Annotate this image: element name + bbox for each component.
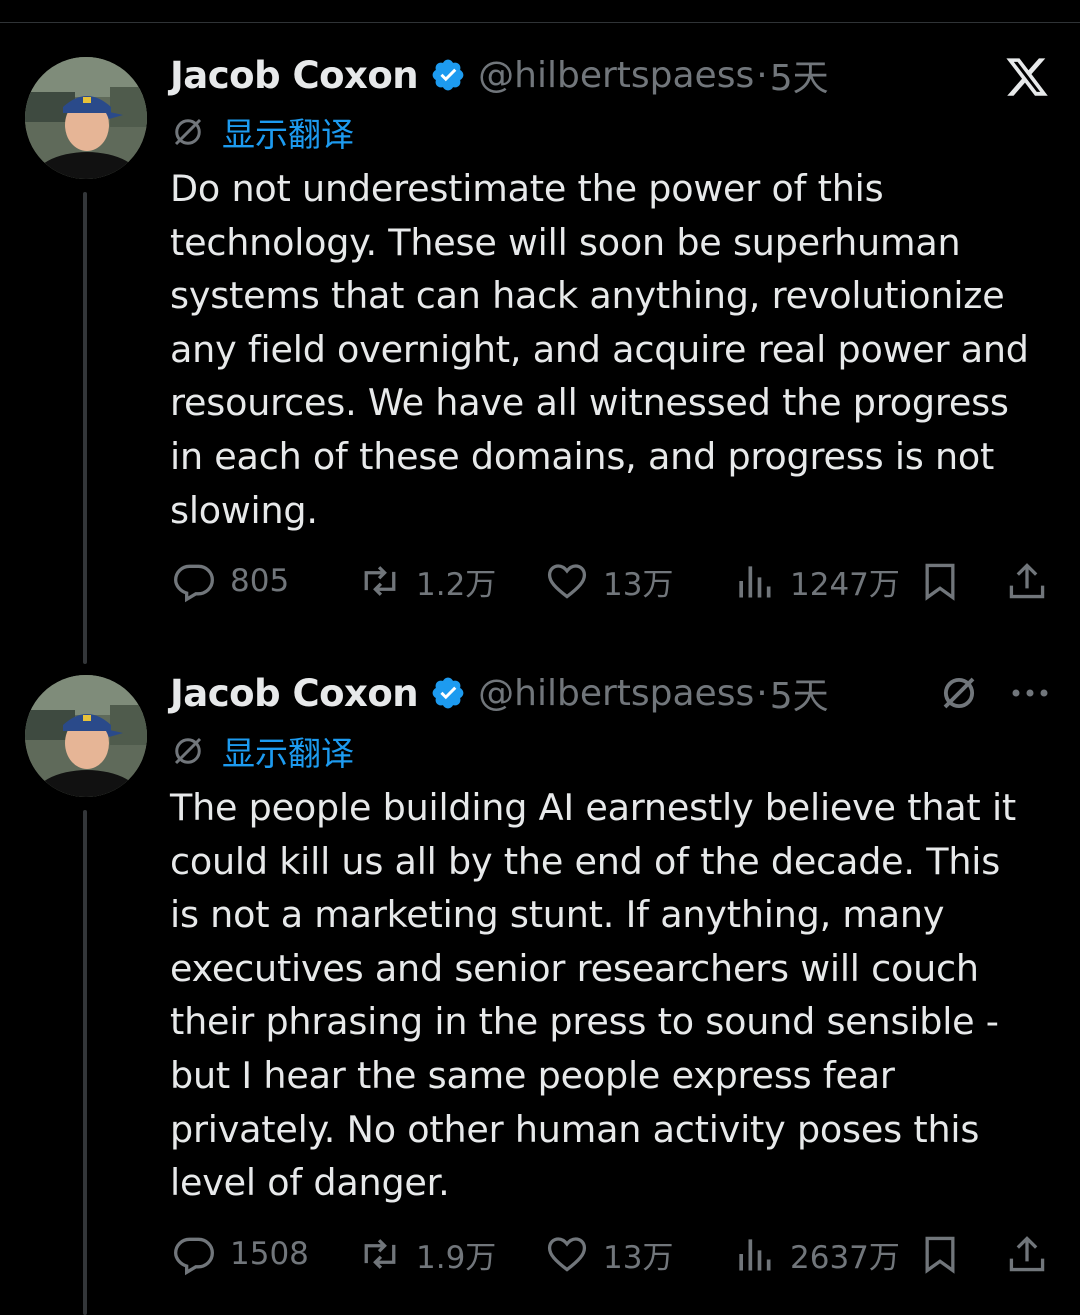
- bookmark-icon[interactable]: [918, 1232, 962, 1276]
- author-name[interactable]: Jacob Coxon: [170, 672, 419, 715]
- tweet-text-line: resources. We have all witnessed the pro…: [170, 381, 1009, 425]
- tweet-text-line: privately. No other human activity poses…: [170, 1107, 980, 1151]
- translate-icon: [174, 737, 202, 765]
- more-options-icon[interactable]: [1008, 683, 1052, 703]
- verified-badge-icon: [432, 59, 464, 91]
- tweet-text-line: but I hear the same people express fear: [170, 1053, 895, 1097]
- translate-link[interactable]: 显示翻译: [170, 731, 354, 773]
- author-handle[interactable]: @hilbertspaess: [478, 673, 754, 714]
- action-bar: 805 1.2万 13万 1247万: [0, 556, 1080, 606]
- translate-link[interactable]: 显示翻译: [170, 112, 354, 154]
- views-count: 2637万: [790, 1239, 900, 1276]
- reply-button[interactable]: 805: [172, 556, 289, 606]
- top-divider: [0, 22, 1080, 23]
- views-chart-icon: [739, 566, 771, 598]
- author-name[interactable]: Jacob Coxon: [170, 54, 419, 97]
- repost-button[interactable]: 1.2万: [358, 556, 496, 606]
- repost-count: 1.2万: [416, 566, 497, 603]
- repost-button[interactable]: 1.9万: [358, 1229, 496, 1279]
- translate-label: 显示翻译: [222, 115, 354, 154]
- bookmark-icon[interactable]: [918, 559, 962, 603]
- heart-icon: [547, 564, 587, 599]
- timestamp[interactable]: 5天: [770, 49, 829, 101]
- like-count: 13万: [603, 566, 674, 603]
- repost-count: 1.9万: [416, 1239, 497, 1276]
- verified-badge-icon: [432, 677, 464, 709]
- tweet-text-line: could kill us all by the end of the deca…: [170, 839, 1001, 883]
- tweet-text: Do not underestimate the power of this t…: [170, 162, 1050, 537]
- x-logo-icon[interactable]: [1004, 54, 1050, 100]
- tweet-text-line: technology. These will soon be superhuma…: [170, 220, 961, 264]
- tweet-text-line: slowing.: [170, 488, 318, 532]
- repost-icon: [364, 566, 396, 596]
- tweet-text-line: The people building AI earnestly believe…: [170, 786, 1016, 829]
- share-icon[interactable]: [1005, 1232, 1049, 1276]
- translate-label: 显示翻译: [222, 734, 354, 773]
- heart-icon: [547, 1237, 587, 1272]
- reply-count: 1508: [230, 1236, 309, 1272]
- separator-dot: ·: [756, 54, 768, 96]
- tweet-header: Jacob Coxon @hilbertspaess · 5天: [170, 671, 829, 718]
- translate-icon: [174, 118, 202, 146]
- tweet-text: The people building AI earnestly believe…: [170, 781, 1050, 1210]
- tweet-text-line: their phrasing in the press to sound sen…: [170, 1000, 999, 1044]
- reply-icon: [174, 564, 214, 603]
- like-button[interactable]: 13万: [545, 556, 673, 606]
- tweet-header: Jacob Coxon @hilbertspaess · 5天: [170, 53, 829, 100]
- avatar[interactable]: [25, 675, 147, 797]
- tweet-text-line: executives and senior researchers will c…: [170, 946, 979, 990]
- reply-count: 805: [230, 563, 290, 599]
- views-count: 1247万: [790, 566, 900, 603]
- action-bar: 1508 1.9万 13万 2637万: [0, 1229, 1080, 1279]
- separator-dot: ·: [756, 672, 768, 714]
- reply-button[interactable]: 1508: [172, 1229, 309, 1279]
- tweet-text-line: any field overnight, and acquire real po…: [170, 327, 1029, 371]
- like-button[interactable]: 13万: [545, 1229, 673, 1279]
- reply-icon: [174, 1237, 214, 1276]
- tweet-text-line: level of danger.: [170, 1161, 450, 1205]
- translate-icon[interactable]: [938, 672, 980, 714]
- timestamp[interactable]: 5天: [770, 667, 829, 719]
- views-button[interactable]: 2637万: [732, 1229, 900, 1279]
- views-chart-icon: [739, 1239, 771, 1271]
- tweet-text-line: systems that can hack anything, revoluti…: [170, 274, 1005, 318]
- tweet-text-line: Do not underestimate the power of this: [170, 167, 884, 210]
- tweet-text-line: is not a marketing stunt. If anything, m…: [170, 893, 945, 937]
- tweet-text-line: in each of these domains, and progress i…: [170, 434, 995, 478]
- views-button[interactable]: 1247万: [732, 556, 900, 606]
- share-icon[interactable]: [1005, 559, 1049, 603]
- like-count: 13万: [603, 1239, 674, 1276]
- avatar[interactable]: [25, 57, 147, 179]
- author-handle[interactable]: @hilbertspaess: [478, 55, 754, 96]
- repost-icon: [364, 1239, 396, 1269]
